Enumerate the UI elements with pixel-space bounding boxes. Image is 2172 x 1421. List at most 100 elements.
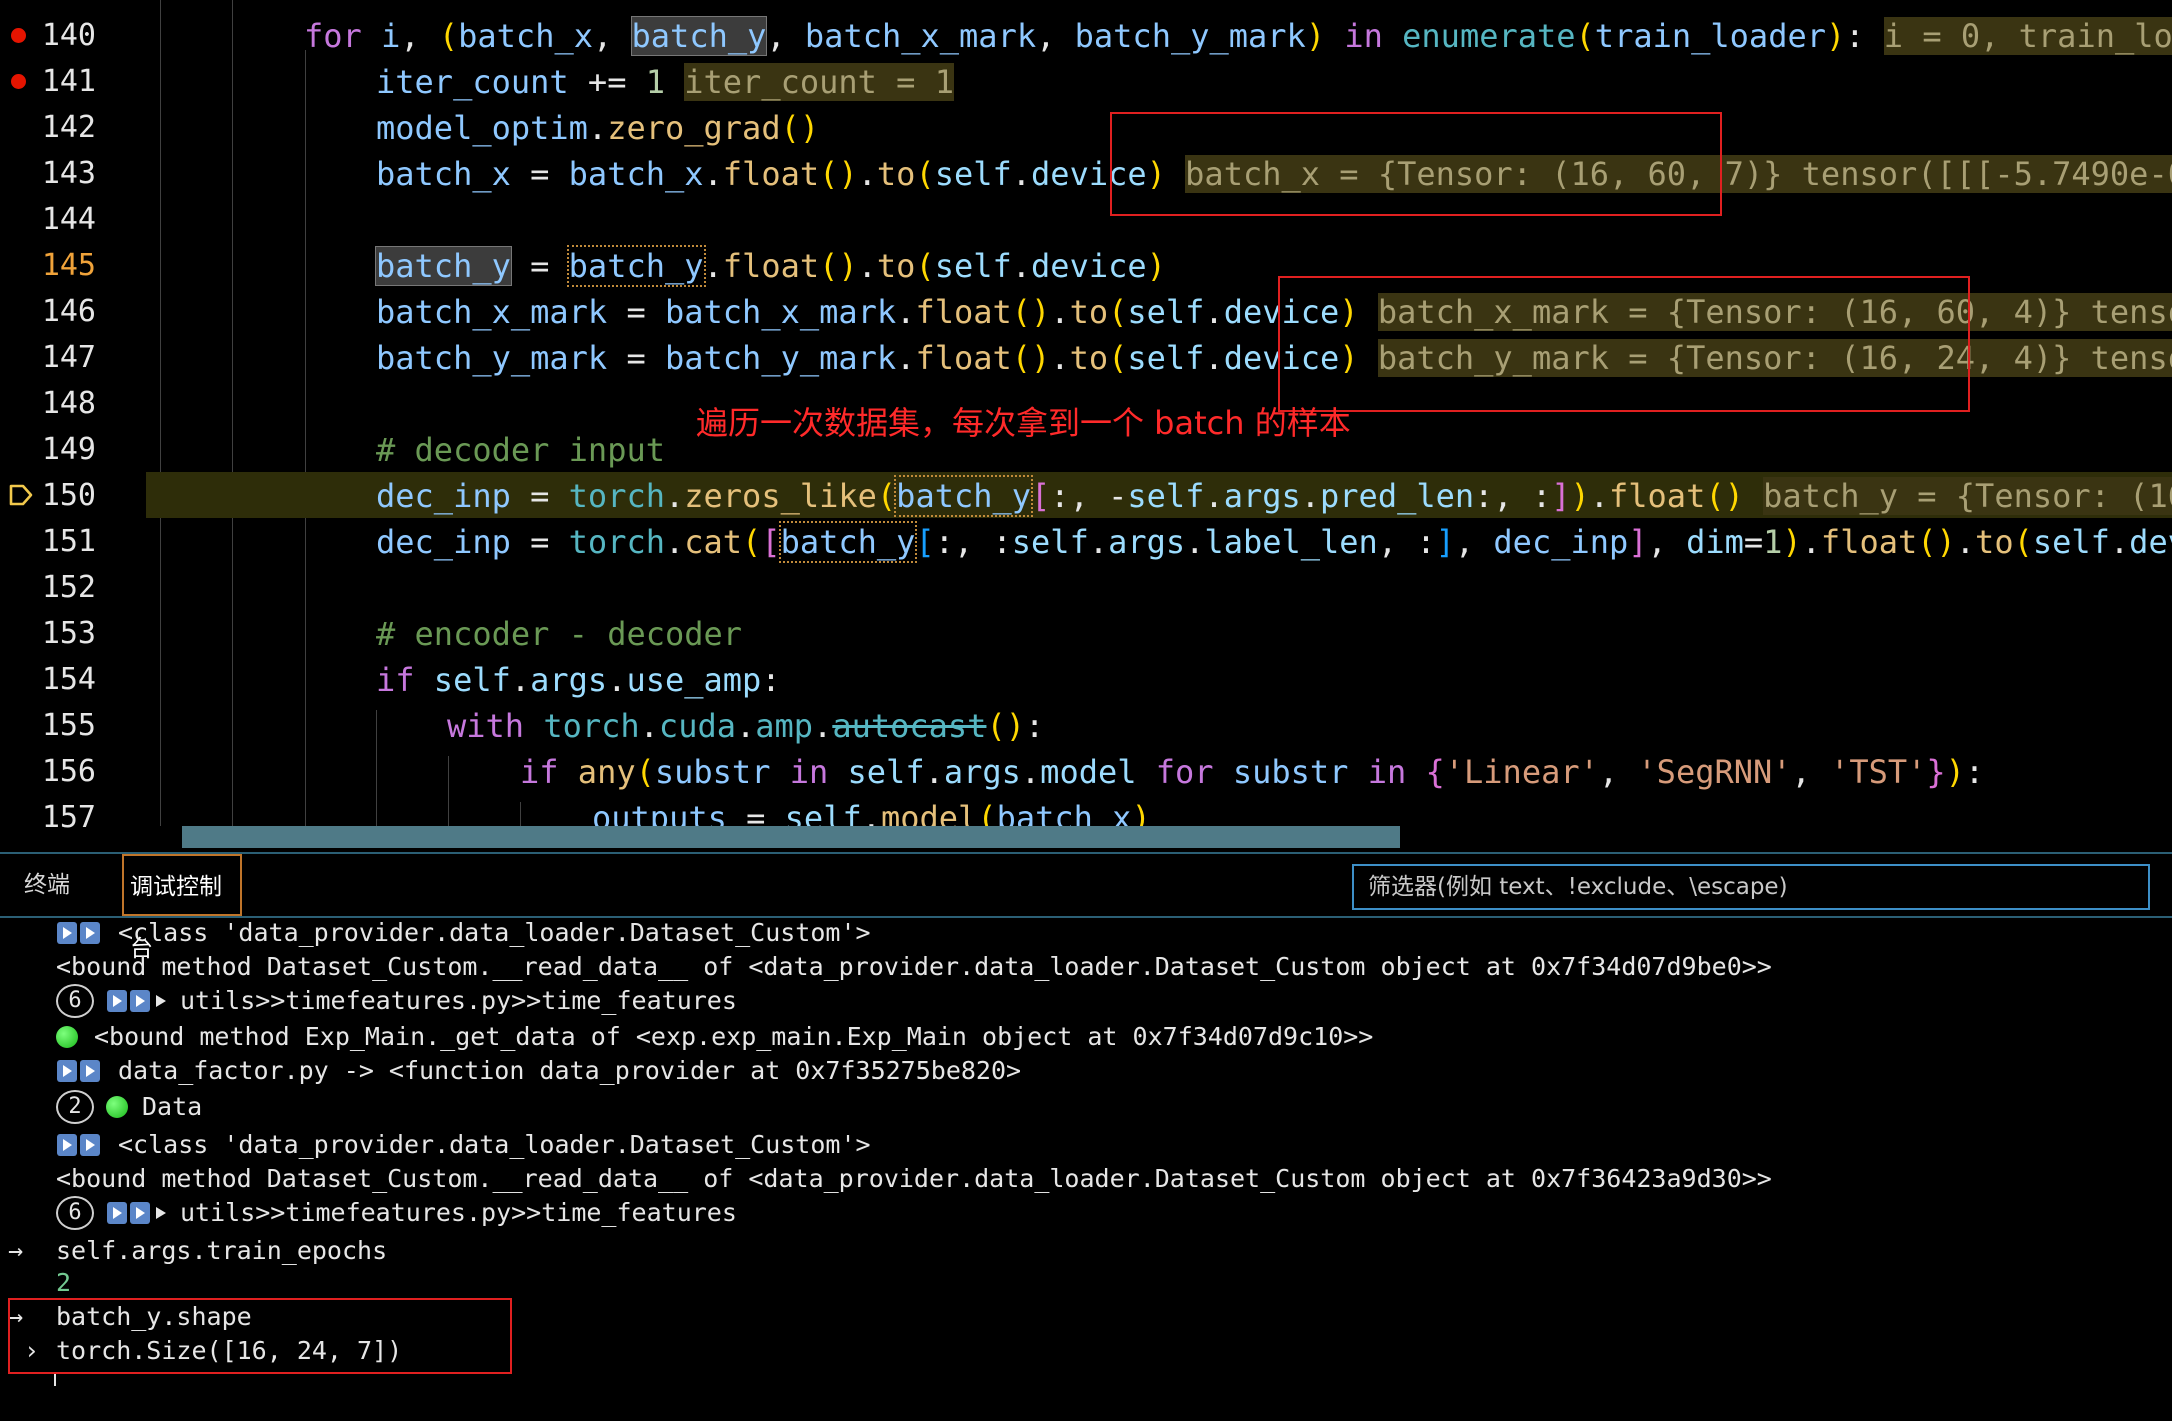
console-line[interactable]: <bound method Exp_Main._get_data of <exp… <box>0 1020 1373 1054</box>
line-gutter[interactable]: 152 <box>0 564 146 610</box>
line-number: 148 <box>41 386 96 421</box>
console-line[interactable]: <bound method Dataset_Custom.__read_data… <box>0 1162 1772 1196</box>
console-line[interactable]: 6 utils>>timefeatures.py>>time_features <box>0 1196 737 1230</box>
code-text[interactable]: batch_y = batch_y.float().to(self.device… <box>375 245 1166 287</box>
console-text: <class 'data_provider.data_loader.Datase… <box>118 1130 871 1159</box>
current-execution-line[interactable]: 150 dec_inp = torch.zeros_like(batch_y[:… <box>0 472 2172 518</box>
code-line[interactable]: 141 iter_count += 1 iter_count = 1 <box>0 58 2172 104</box>
line-gutter[interactable]: 141 <box>0 58 146 104</box>
console-text: <bound method Dataset_Custom.__read_data… <box>56 1164 1772 1193</box>
console-input-caret[interactable] <box>54 1374 56 1386</box>
code-line[interactable]: 140 for i, (batch_x, batch_y, batch_x_ma… <box>0 12 2172 58</box>
code-text[interactable]: if any(substr in self.args.model for sub… <box>520 753 1984 791</box>
line-gutter[interactable]: 145 <box>0 242 146 288</box>
console-line[interactable]: 2 Data <box>0 1090 202 1124</box>
line-gutter[interactable]: 157 <box>0 794 146 840</box>
line-gutter[interactable]: 153 <box>0 610 146 656</box>
console-text: utils>>timefeatures.py>>time_features <box>180 986 737 1015</box>
line-number: 145 <box>41 248 96 283</box>
code-line[interactable]: 142 model_optim.zero_grad() <box>0 104 2172 150</box>
play-step-icon <box>107 1202 166 1224</box>
filter-input[interactable]: 筛选器(例如 text、!exclude、\escape) <box>1352 864 2150 910</box>
green-dot-icon <box>56 1026 78 1048</box>
play-step-icon <box>57 922 100 944</box>
console-text: <bound method Exp_Main._get_data of <exp… <box>94 1022 1374 1051</box>
console-line[interactable]: <class 'data_provider.data_loader.Datase… <box>0 1128 871 1162</box>
code-line[interactable]: 152 <box>0 564 2172 610</box>
console-text: utils>>timefeatures.py>>time_features <box>180 1198 737 1227</box>
line-gutter[interactable]: 156 <box>0 748 146 794</box>
line-number: 144 <box>41 202 96 237</box>
line-gutter[interactable]: 150 <box>0 472 146 518</box>
tab-debug-console[interactable]: 调试控制台 <box>122 854 242 962</box>
line-number: 152 <box>41 570 96 605</box>
input-arrow-icon: → <box>8 1236 24 1265</box>
line-number: 143 <box>41 156 96 191</box>
horizontal-scrollbar[interactable] <box>182 826 1400 848</box>
console-text: 2 <box>56 1268 72 1297</box>
annotation-box-batch-x <box>1110 112 1722 216</box>
code-line[interactable]: 154 if self.args.use_amp: <box>0 656 2172 702</box>
inline-value: batch_y = {Tensor: (16, 24, <box>1763 477 2172 515</box>
play-step-icon <box>57 1134 100 1156</box>
inline-value: iter_count = 1 <box>684 63 954 101</box>
line-gutter[interactable]: 143 <box>0 150 146 196</box>
code-text[interactable]: model_optim.zero_grad() <box>376 109 819 147</box>
code-text[interactable]: dec_inp = torch.cat([batch_y[:, :self.ar… <box>376 521 2172 563</box>
line-gutter[interactable]: 155 <box>0 702 146 748</box>
code-line[interactable]: 143 batch_x = batch_x.float().to(self.de… <box>0 150 2172 196</box>
console-result[interactable]: 2 <box>0 1266 71 1300</box>
line-number: 140 <box>41 18 96 53</box>
line-number: 149 <box>41 432 96 467</box>
code-line[interactable]: 153 # encoder - decoder <box>0 610 2172 656</box>
line-gutter[interactable]: 144 <box>0 196 146 242</box>
console-line[interactable]: data_factor.py -> <function data_provide… <box>0 1054 1021 1088</box>
repeat-count-badge: 6 <box>56 984 94 1018</box>
inline-value: i = 0, train_loader = <box>1883 17 2172 55</box>
code-editor[interactable]: 140 for i, (batch_x, batch_y, batch_x_ma… <box>0 0 2172 852</box>
code-text[interactable]: if self.args.use_amp: <box>376 661 781 699</box>
code-text[interactable]: for i, (batch_x, batch_y, batch_x_mark, … <box>304 16 2172 56</box>
code-line[interactable]: 151 dec_inp = torch.cat([batch_y[:, :sel… <box>0 518 2172 564</box>
line-gutter[interactable]: 146 <box>0 288 146 334</box>
code-line[interactable]: 156 if any(substr in self.args.model for… <box>0 748 2172 794</box>
line-gutter[interactable]: 142 <box>0 104 146 150</box>
line-gutter[interactable]: 148 <box>0 380 146 426</box>
code-text[interactable]: # encoder - decoder <box>376 615 742 653</box>
line-number: 150 <box>41 478 96 513</box>
console-line[interactable]: <bound method Dataset_Custom.__read_data… <box>0 950 1772 984</box>
green-dot-icon <box>106 1096 128 1118</box>
line-number: 154 <box>41 662 96 697</box>
line-gutter[interactable]: 140 <box>0 12 146 58</box>
line-number: 141 <box>41 64 96 99</box>
console-text: data_factor.py -> <function data_provide… <box>118 1056 1022 1085</box>
line-gutter[interactable]: 149 <box>0 426 146 472</box>
console-line[interactable]: 6 utils>>timefeatures.py>>time_features <box>0 984 737 1018</box>
annotation-box-batch-marks <box>1278 276 1970 412</box>
line-gutter[interactable]: 151 <box>0 518 146 564</box>
console-text: self.args.train_epochs <box>56 1236 388 1265</box>
code-line[interactable]: 144 <box>0 196 2172 242</box>
code-text[interactable]: dec_inp = torch.zeros_like(batch_y[:, -s… <box>376 475 2172 517</box>
console-text: Data <box>142 1092 203 1121</box>
code-text[interactable]: # decoder input <box>376 431 665 469</box>
code-text[interactable]: with torch.cuda.amp.autocast(): <box>447 707 1044 745</box>
code-line[interactable]: 155 with torch.cuda.amp.autocast(): <box>0 702 2172 748</box>
line-number: 147 <box>41 340 96 375</box>
console-input-echo[interactable]: → self.args.train_epochs <box>0 1234 387 1268</box>
tab-terminal[interactable]: 终端 <box>24 854 134 916</box>
play-step-icon <box>107 990 166 1012</box>
line-number: 151 <box>41 524 96 559</box>
line-number: 146 <box>41 294 96 329</box>
repeat-count-badge: 6 <box>56 1196 94 1230</box>
line-gutter[interactable]: 154 <box>0 656 146 702</box>
annotation-text: 遍历一次数据集，每次拿到一个 batch 的样本 <box>696 404 1351 442</box>
console-text: <bound method Dataset_Custom.__read_data… <box>56 952 1772 981</box>
line-number: 142 <box>41 110 96 145</box>
console-text: <class 'data_provider.data_loader.Datase… <box>118 918 871 947</box>
repeat-count-badge: 2 <box>56 1090 94 1124</box>
console-line[interactable]: <class 'data_provider.data_loader.Datase… <box>0 916 871 950</box>
line-number: 155 <box>41 708 96 743</box>
code-text[interactable]: iter_count += 1 iter_count = 1 <box>376 63 954 101</box>
line-gutter[interactable]: 147 <box>0 334 146 380</box>
